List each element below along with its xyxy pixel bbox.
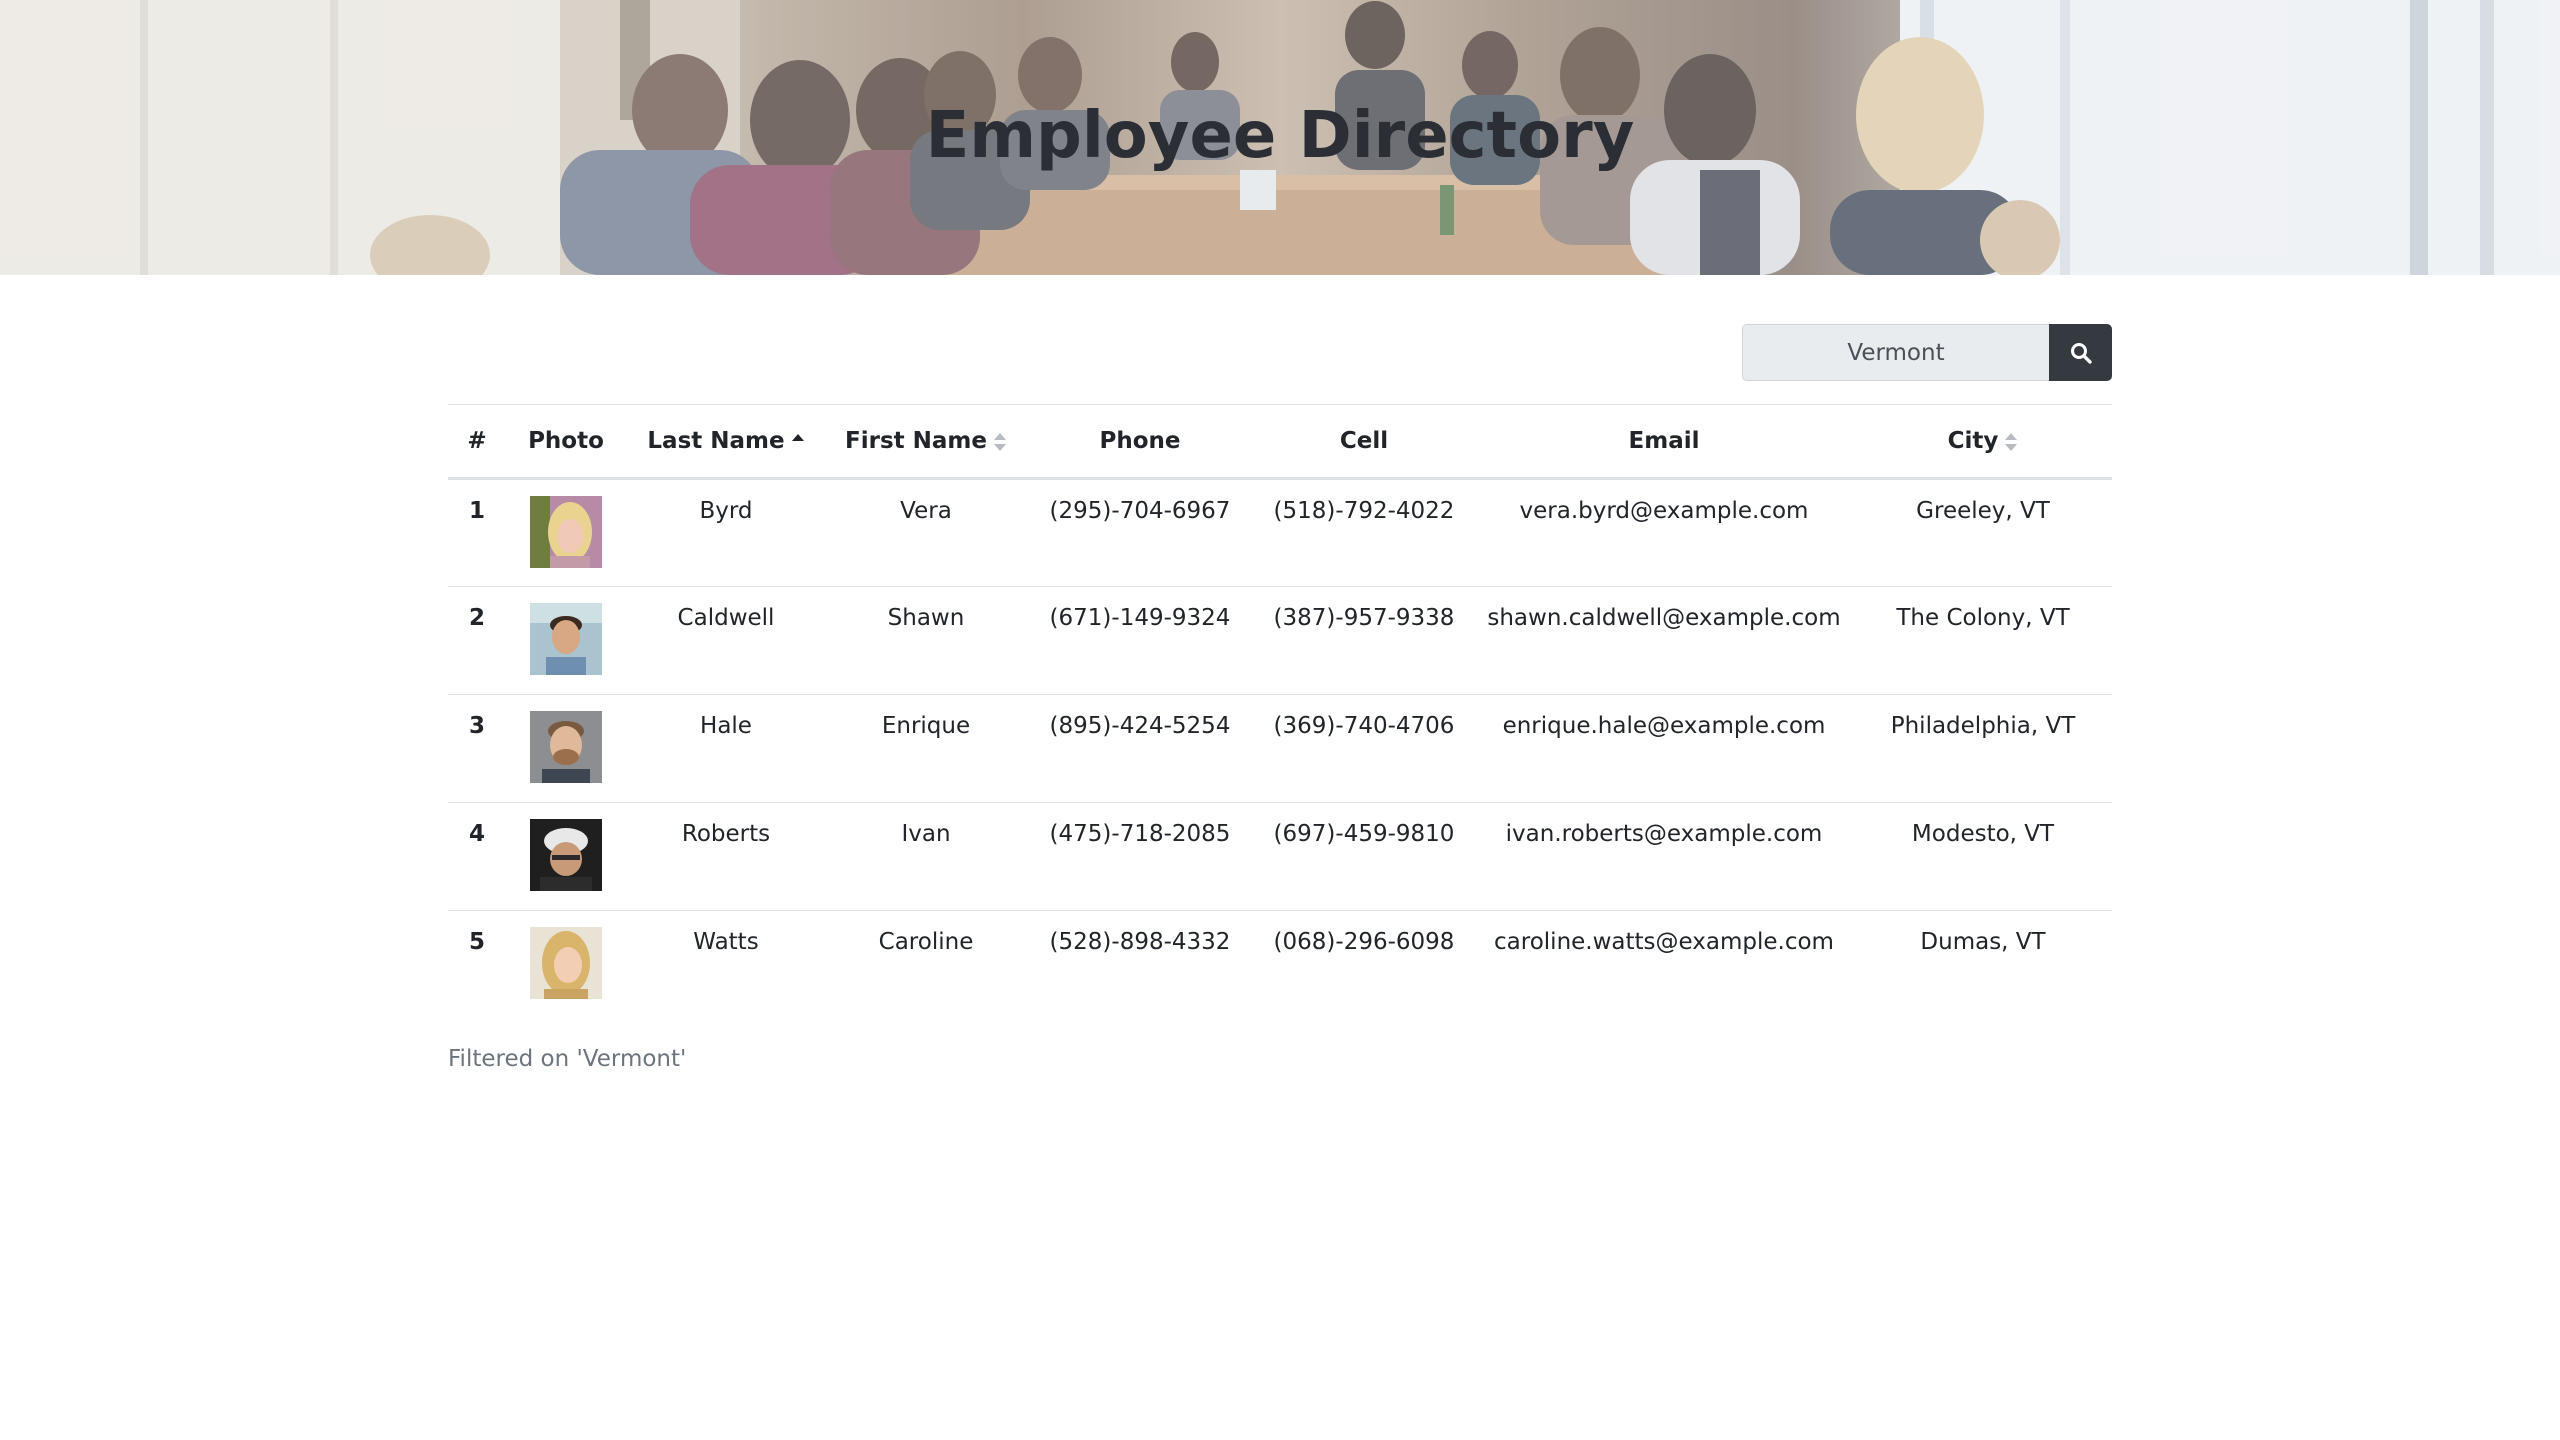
sort-ascending-icon (791, 433, 804, 441)
photo-cell (506, 911, 626, 1019)
column-label: Last Name (647, 428, 785, 454)
phone-cell: (895)-424-5254 (1026, 694, 1254, 803)
table-row: 1 Byrd Vera (295)-704-6967 (518)-792-402… (448, 478, 2112, 587)
last-name-cell: Byrd (626, 478, 826, 587)
table-body: 1 Byrd Vera (295)-704-6967 (518)-792-402… (448, 478, 2112, 1019)
avatar-image (530, 927, 602, 999)
hero-banner: Employee Directory (0, 0, 2560, 275)
filter-status: Filtered on 'Vermont' (448, 1046, 687, 1072)
avatar-image (530, 711, 602, 783)
email-cell: vera.byrd@example.com (1474, 478, 1854, 587)
photo-cell (506, 802, 626, 911)
column-label: Email (1628, 428, 1700, 454)
page: Employee Directory Vermont # Photo Last … (0, 0, 2560, 1440)
column-header-city[interactable]: City (1854, 404, 2112, 480)
search-bar (1742, 324, 2112, 381)
table-row: 3 Hale Enrique (895)-424-5254 (369)-740-… (448, 694, 2112, 803)
first-name-cell: Enrique (826, 694, 1026, 803)
table-row: 5 Watts Caroline (528)-898-4332 (068)-29… (448, 911, 2112, 1019)
cell-phone-cell: (387)-957-9338 (1254, 586, 1474, 695)
row-number: 1 (448, 478, 506, 587)
cell-phone-cell: (697)-459-9810 (1254, 802, 1474, 911)
city-cell: The Colony, VT (1854, 586, 2112, 695)
city-cell: Dumas, VT (1920, 929, 2046, 955)
avatar (530, 927, 602, 999)
first-name-cell: Shawn (826, 586, 1026, 695)
email-cell: ivan.roberts@example.com (1474, 802, 1854, 911)
phone-cell: (475)-718-2085 (1026, 802, 1254, 911)
photo-cell (506, 478, 626, 587)
phone-cell: (528)-898-4332 (1049, 929, 1231, 955)
search-icon (2070, 342, 2092, 364)
column-label: Phone (1099, 428, 1181, 454)
cell-phone-cell: (518)-792-4022 (1254, 478, 1474, 587)
city-cell: Philadelphia, VT (1854, 694, 2112, 803)
column-header-phone: Phone (1026, 404, 1254, 480)
column-label: Cell (1339, 428, 1389, 454)
last-name-cell: Caldwell (626, 586, 826, 695)
avatar (530, 603, 602, 675)
email-cell: caroline.watts@example.com (1494, 929, 1834, 955)
employee-table-container: # Photo Last Name First Name Phone Cell … (448, 404, 2112, 1019)
table-header: # Photo Last Name First Name Phone Cell … (448, 404, 2112, 480)
column-header-photo: Photo (506, 404, 626, 480)
last-name-cell: Hale (626, 694, 826, 803)
column-header-number: # (448, 404, 506, 480)
column-header-email: Email (1474, 404, 1854, 480)
avatar-image (530, 819, 602, 891)
column-label: First Name (845, 428, 987, 454)
sort-unsorted-icon (2005, 432, 2018, 451)
column-label: # (467, 428, 487, 454)
column-header-cell: Cell (1254, 404, 1474, 480)
photo-cell (506, 586, 626, 695)
first-name-cell: Caroline (878, 929, 974, 955)
first-name-cell: Vera (826, 478, 1026, 587)
avatar-image (530, 603, 602, 675)
row-number: 3 (448, 694, 506, 803)
phone-cell: (671)-149-9324 (1026, 586, 1254, 695)
first-name-cell: Ivan (826, 802, 1026, 911)
search-input[interactable] (1742, 324, 2049, 381)
avatar (530, 711, 602, 783)
employee-table: # Photo Last Name First Name Phone Cell … (448, 404, 2112, 1019)
cell-phone-cell: (068)-296-6098 (1273, 929, 1455, 955)
photo-cell (506, 694, 626, 803)
city-cell: Modesto, VT (1854, 802, 2112, 911)
phone-cell: (295)-704-6967 (1026, 478, 1254, 587)
cell-phone-cell: (369)-740-4706 (1254, 694, 1474, 803)
last-name-cell: Watts (693, 929, 759, 955)
avatar-image (530, 496, 602, 568)
search-button[interactable] (2049, 324, 2112, 381)
column-header-first-name[interactable]: First Name (826, 404, 1026, 480)
sort-unsorted-icon (993, 432, 1006, 451)
last-name-cell: Roberts (626, 802, 826, 911)
email-cell: shawn.caldwell@example.com (1474, 586, 1854, 695)
avatar (530, 496, 602, 568)
email-cell: enrique.hale@example.com (1474, 694, 1854, 803)
row-number: 4 (448, 802, 506, 911)
column-header-last-name[interactable]: Last Name (626, 404, 826, 480)
table-row: 4 Roberts Ivan (475)-718-2085 (697)-459-… (448, 802, 2112, 911)
city-cell: Greeley, VT (1854, 478, 2112, 587)
row-number: 5 (468, 929, 485, 955)
column-label: Photo (528, 428, 604, 454)
avatar (530, 819, 602, 891)
column-label: City (1947, 428, 1999, 454)
row-number: 2 (448, 586, 506, 695)
table-row: 2 Caldwell Shawn (671)-149-9324 (387)-95… (448, 586, 2112, 695)
page-title: Employee Directory (925, 99, 1635, 173)
